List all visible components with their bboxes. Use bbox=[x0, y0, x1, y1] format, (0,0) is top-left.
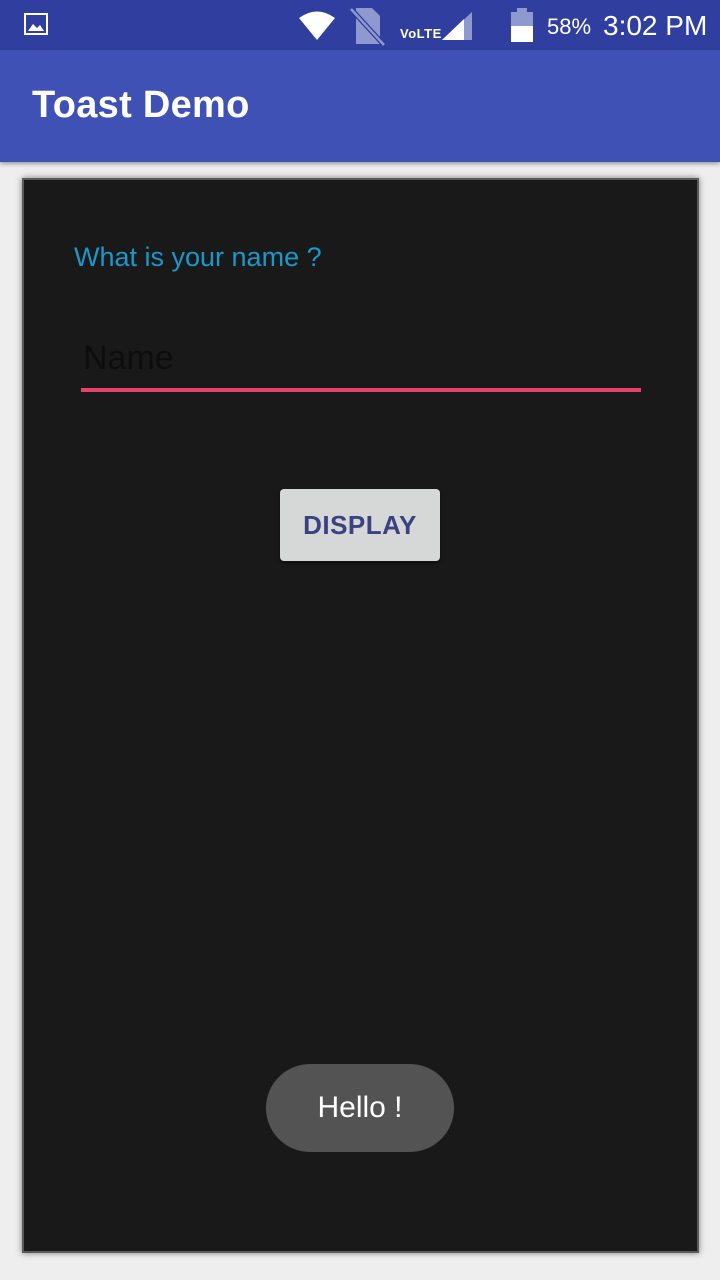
status-bar: VoLTE 58% 3:02 PM bbox=[0, 0, 720, 50]
signal-icon bbox=[442, 12, 472, 40]
clock: 3:02 PM bbox=[603, 10, 708, 41]
volte-label: VoLTE bbox=[400, 26, 442, 41]
battery-percent: 58% bbox=[547, 14, 592, 39]
app-title: Toast Demo bbox=[32, 84, 250, 126]
battery-icon bbox=[511, 8, 533, 42]
wifi-icon bbox=[299, 11, 335, 40]
main-content: What is your name ? DISPLAY Hello ! bbox=[22, 178, 699, 1253]
name-input[interactable] bbox=[81, 334, 641, 392]
name-question-label: What is your name ? bbox=[74, 242, 322, 272]
toast-message: Hello ! bbox=[266, 1064, 454, 1152]
display-button[interactable]: DISPLAY bbox=[280, 489, 440, 561]
app-bar: Toast Demo bbox=[0, 50, 720, 162]
gallery-icon bbox=[24, 13, 48, 35]
no-sim-icon bbox=[349, 7, 386, 46]
